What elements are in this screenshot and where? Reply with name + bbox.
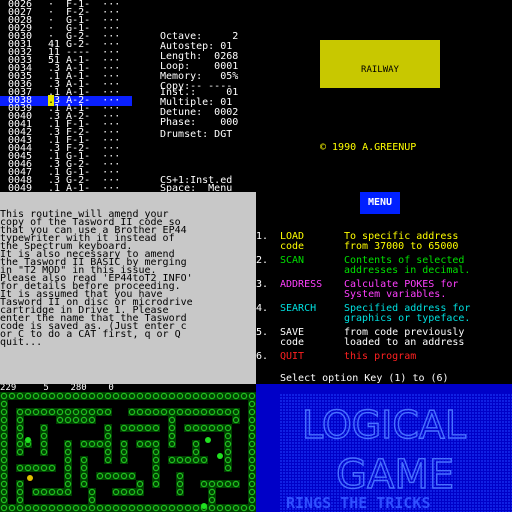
select-option-prompt: Select option Key (1) to (6)	[280, 373, 449, 384]
menu-option-key: 2.	[256, 255, 269, 266]
logo-line: EXETER	[363, 155, 397, 165]
maze-wall	[120, 424, 160, 432]
logical-game-title-panel: LOGICAL GAME RINGS THE TRICKS	[256, 384, 512, 512]
maze-wall	[128, 408, 232, 416]
maze-wall	[0, 392, 256, 400]
instructions-text-panel: This routine will amend your copy of the …	[0, 192, 256, 384]
logo-line: TRAFFIC	[361, 95, 399, 105]
info-phase: Phase: 000	[160, 117, 239, 128]
maze-score-bar: 229 5 280 0	[0, 384, 114, 393]
maze-game-panel: 229 5 280 0	[0, 384, 256, 512]
logical-game-art: LOGICAL GAME RINGS THE TRICKS	[280, 394, 512, 512]
maze-sprite	[217, 453, 223, 459]
info-drumset: Drumset: DGT	[160, 129, 233, 140]
maze-sprite	[201, 503, 207, 509]
menu-option-description-sub: from 37000 to 65000	[344, 241, 459, 252]
menu-option-command: ADDRESS	[280, 279, 323, 290]
menu-option-key: 6.	[256, 351, 269, 362]
maze-wall	[192, 440, 200, 464]
maze-wall	[136, 480, 144, 496]
maze-svg	[0, 392, 256, 512]
utility-menu-panel: MENU 1. LOAD code To specific address from 3…	[256, 192, 512, 384]
maze-wall	[176, 472, 184, 496]
menu-option-quit[interactable]: 6. QUIT this program	[256, 352, 512, 374]
maze-wall	[80, 440, 104, 448]
logo-line: CONTROL	[361, 125, 399, 135]
maze-wall	[168, 416, 176, 448]
maze-wall	[16, 416, 24, 456]
menu-option-command-sub: code	[280, 241, 305, 252]
menu-title-button[interactable]: MENU	[360, 192, 400, 214]
menu-option-command: SEARCH	[280, 303, 317, 314]
maze-wall	[104, 424, 112, 464]
menu-option-description-sub: System variables.	[344, 289, 447, 300]
maze-wall	[136, 440, 160, 448]
menu-option-key: 4.	[256, 303, 269, 314]
maze-wall	[152, 448, 160, 488]
menu-option-scan[interactable]: 2. SCAN Contents of selected addresses in d…	[256, 256, 512, 278]
maze-wall	[232, 408, 240, 424]
maze-sprite	[25, 437, 31, 443]
maze-wall	[64, 440, 72, 488]
music-tracker-panel: 0026 · F-1- ··· 0027 · F-2- ··· 0028 · G-1- ·…	[0, 0, 256, 192]
maze-wall	[96, 472, 136, 480]
maze-wall	[224, 432, 232, 472]
maze-wall	[0, 392, 8, 512]
copyright-text: © 1990 A.GREENUP	[320, 142, 417, 153]
menu-option-description-sub: loaded to an address	[344, 337, 465, 348]
maze-wall	[16, 408, 112, 416]
maze-wall	[200, 480, 240, 488]
menu-option-command-sub: code	[280, 337, 305, 348]
maze-walls	[0, 392, 256, 512]
maze-wall	[16, 464, 56, 472]
logical-subtitle: RINGS THE TRICKS	[286, 494, 431, 512]
menu-option-load[interactable]: 1. LOAD code To specific address from 37000 …	[256, 232, 512, 254]
menu-option-address[interactable]: 3. ADDRESS Calculate POKES for System varia…	[256, 280, 512, 302]
maze-wall	[16, 480, 24, 504]
maze-wall	[56, 416, 96, 424]
menu-option-description-sub: addresses in decimal.	[344, 265, 471, 276]
logo-line: RAILWAY	[361, 65, 399, 75]
menu-option-key: 3.	[256, 279, 269, 290]
maze-wall	[0, 504, 256, 512]
menu-option-search[interactable]: 4. SEARCH Specified address for graphics or…	[256, 304, 512, 326]
maze-wall	[120, 440, 128, 464]
maze-player	[27, 475, 33, 481]
tracker-row-number: 0049	[8, 183, 33, 193]
menu-option-save[interactable]: 5. SAVE code from code previously loaded to …	[256, 328, 512, 350]
menu-option-key: 1.	[256, 231, 269, 242]
maze-wall	[248, 392, 256, 512]
maze-wall	[40, 424, 48, 456]
menu-option-description: this program	[344, 351, 417, 362]
instruction-line: quit...	[0, 337, 43, 348]
logical-title-line1: LOGICAL	[302, 403, 466, 447]
menu-option-description-sub: graphics or typeface.	[344, 313, 471, 324]
menu-option-key: 5.	[256, 327, 269, 338]
maze-wall	[88, 488, 96, 504]
logical-title-line2: GAME	[336, 452, 454, 498]
maze-wall	[184, 424, 232, 432]
tracker-row-notes: .1 A-1- ···	[48, 183, 121, 193]
railway-title-panel: RAILWAY TRAFFIC CONTROL EXETER © 1990 A.…	[256, 0, 512, 192]
maze-wall	[32, 488, 72, 496]
maze-wall	[208, 488, 216, 504]
info-space-menu: Space: Menu	[160, 183, 233, 193]
maze-wall	[80, 456, 88, 488]
maze-sprite	[205, 437, 211, 443]
railway-logo: RAILWAY TRAFFIC CONTROL EXETER	[320, 40, 440, 165]
maze-wall	[168, 456, 208, 464]
menu-option-command: QUIT	[280, 351, 305, 362]
screen: 0026 · F-1- ··· 0027 · F-2- ··· 0028 · G-1- ·…	[0, 0, 512, 512]
menu-option-command: SCAN	[280, 255, 305, 266]
